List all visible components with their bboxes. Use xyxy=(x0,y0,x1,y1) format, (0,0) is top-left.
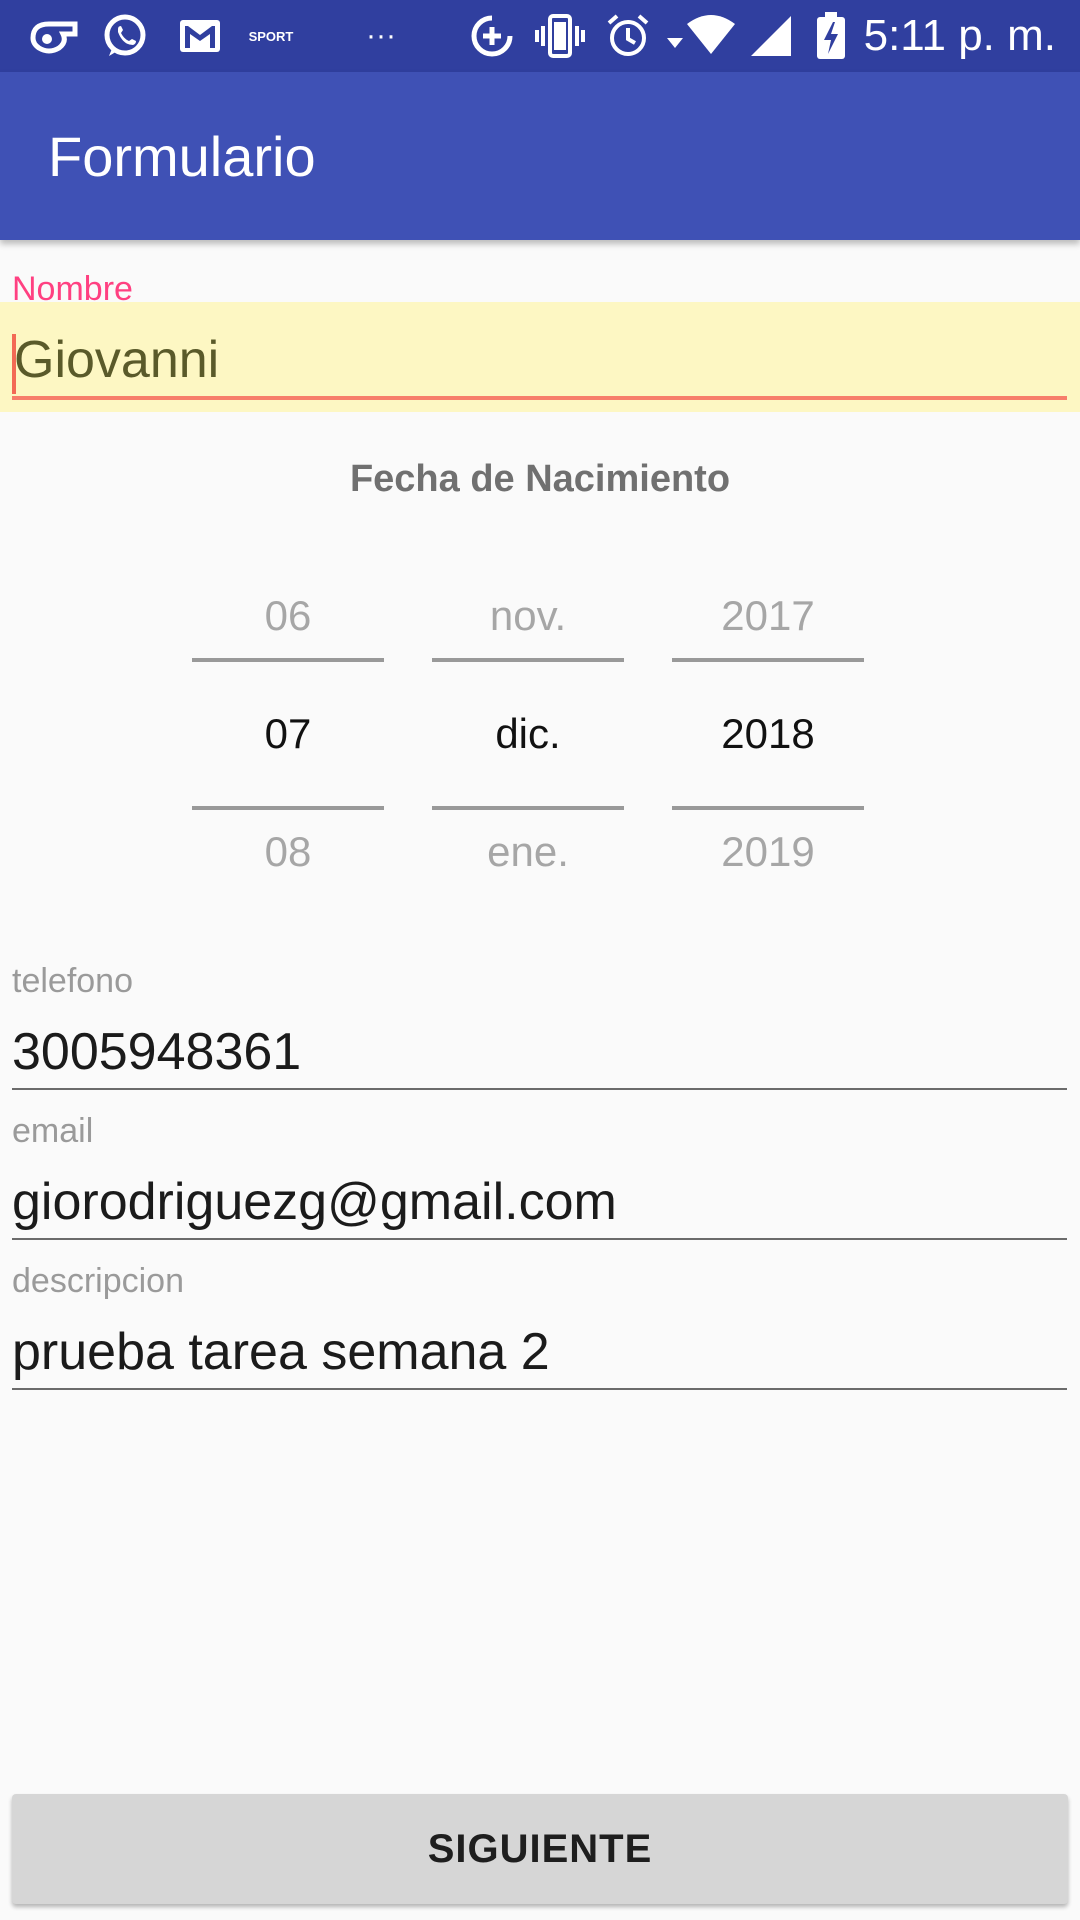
app-bar: Formulario xyxy=(0,72,1080,240)
month-selected[interactable]: dic. xyxy=(432,710,624,758)
year-picker[interactable]: 2017 2018 2019 xyxy=(672,580,864,880)
picker-divider xyxy=(672,658,864,662)
nombre-value: Giovanni xyxy=(14,331,220,389)
signal-icon xyxy=(748,14,794,58)
day-picker[interactable]: 06 07 08 xyxy=(192,580,384,880)
vibrate-icon xyxy=(532,14,588,58)
status-bar: SPORT ··· 5:11 p. m. xyxy=(0,0,1080,72)
telefono-field[interactable]: 3005948361 xyxy=(12,1014,1067,1090)
app-title: Formulario xyxy=(48,125,316,188)
data-saver-icon xyxy=(468,14,516,58)
year-prev[interactable]: 2017 xyxy=(672,592,864,640)
email-label: email xyxy=(12,1112,94,1150)
picker-divider xyxy=(432,806,624,810)
month-prev[interactable]: nov. xyxy=(432,592,624,640)
day-selected[interactable]: 07 xyxy=(192,710,384,758)
month-next[interactable]: ene. xyxy=(432,828,624,876)
picker-divider xyxy=(672,806,864,810)
text-cursor xyxy=(12,334,16,394)
descripcion-label: descripcion xyxy=(12,1262,184,1300)
siguiente-button[interactable]: SIGUIENTE xyxy=(12,1794,1068,1904)
day-prev[interactable]: 06 xyxy=(192,592,384,640)
picker-divider xyxy=(192,658,384,662)
email-field[interactable]: giorodriguezg@gmail.com xyxy=(12,1164,1067,1240)
sport-app-icon: SPORT xyxy=(248,28,294,44)
picker-divider xyxy=(192,806,384,810)
telefono-label: telefono xyxy=(12,962,133,1000)
battery-charging-icon xyxy=(812,12,850,59)
year-next[interactable]: 2019 xyxy=(672,828,864,876)
descripcion-field[interactable]: prueba tarea semana 2 xyxy=(12,1314,1067,1390)
date-picker-title: Fecha de Nacimiento xyxy=(349,458,731,500)
gmail-icon xyxy=(176,14,224,58)
picker-divider xyxy=(432,658,624,662)
whistle-icon xyxy=(26,14,82,58)
alarm-icon xyxy=(604,14,652,58)
year-selected[interactable]: 2018 xyxy=(672,710,864,758)
status-time: 5:11 p. m. xyxy=(863,11,1056,60)
month-picker[interactable]: nov. dic. ene. xyxy=(432,580,624,880)
whatsapp-icon xyxy=(100,14,150,58)
wifi-icon xyxy=(664,14,740,58)
day-next[interactable]: 08 xyxy=(192,828,384,876)
more-dots-icon: ··· xyxy=(366,19,396,52)
